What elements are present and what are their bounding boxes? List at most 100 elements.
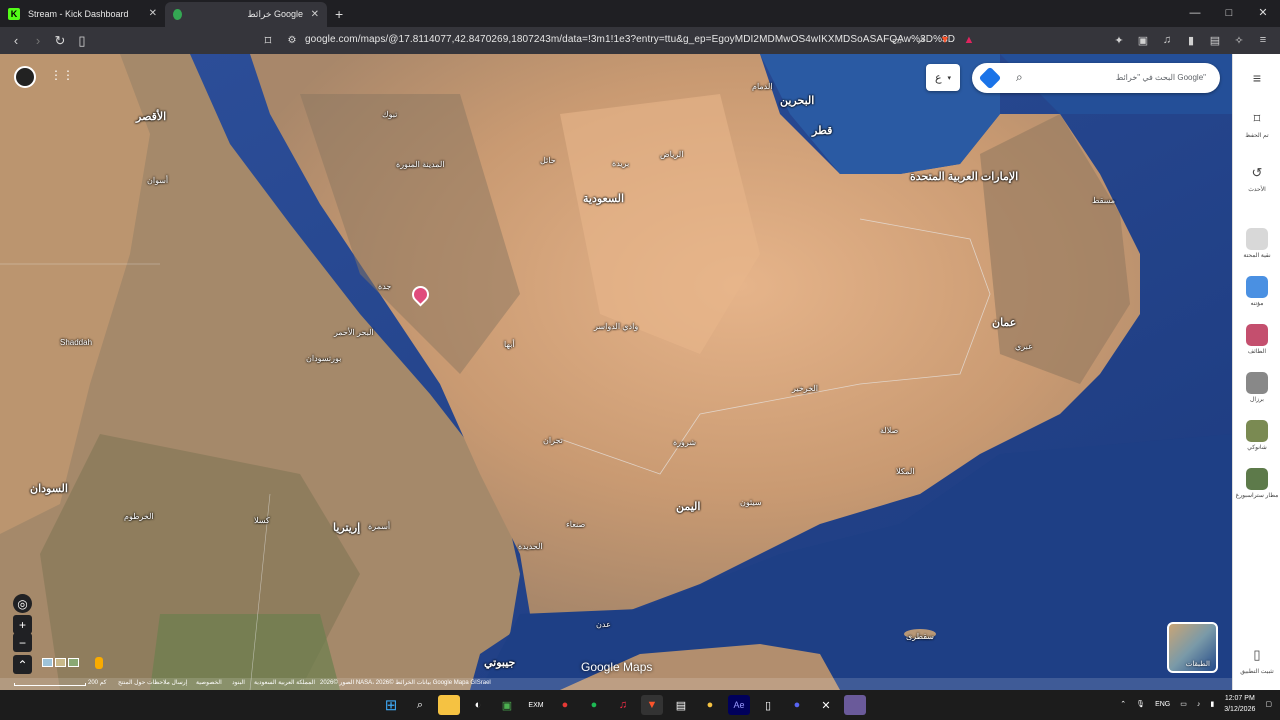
cast-icon[interactable]: ▭: [888, 31, 906, 49]
minimize-button[interactable]: —: [1178, 0, 1212, 27]
sidebar-item-app-3[interactable]: الطائف: [1233, 324, 1280, 355]
app-icon[interactable]: [844, 695, 866, 715]
app-icon[interactable]: ●: [699, 695, 721, 715]
sidebar-toggle-icon[interactable]: ▯: [72, 31, 92, 51]
scale-label[interactable]: 200 كم: [88, 679, 107, 686]
share-icon[interactable]: ↗: [912, 31, 930, 49]
sidebar-item-label: تثبيت التطبيق: [1240, 669, 1274, 675]
sidebar-item-app-2[interactable]: مؤتنه: [1233, 276, 1280, 307]
battery-icon[interactable]: ▮: [1210, 700, 1214, 708]
map-label-kassala: كسلا: [254, 516, 270, 525]
discord-icon[interactable]: ●: [786, 695, 808, 715]
file-explorer-icon[interactable]: [438, 695, 460, 715]
apps-grid-icon[interactable]: ⋮⋮: [50, 68, 74, 82]
feedback-link[interactable]: إرسال ملاحظات حول المنتج: [118, 679, 187, 686]
microphone-icon[interactable]: 🎙: [1136, 700, 1145, 708]
my-location-icon[interactable]: ◎: [13, 594, 32, 613]
sidebar-item-app-1[interactable]: نقية المحتة: [1233, 228, 1280, 259]
display-icon[interactable]: ▭: [1180, 700, 1187, 708]
site-info-icon[interactable]: ⚙: [282, 31, 302, 51]
close-icon[interactable]: ✕: [149, 8, 157, 19]
kick-icon: K: [8, 7, 20, 20]
layer-thumbnails: [42, 658, 79, 667]
map-label-hodeidah: الحديدة: [518, 542, 543, 551]
reload-icon[interactable]: ↻: [50, 31, 70, 51]
document-icon[interactable]: ▯: [757, 695, 779, 715]
clock-time: 12:07 PM: [1224, 695, 1255, 702]
search-input[interactable]: البحث في "خرائط Google": [1116, 73, 1206, 82]
search-icon[interactable]: ⌕: [409, 695, 431, 715]
maximize-button[interactable]: □: [1212, 0, 1246, 27]
layers-button[interactable]: الطبقات: [1167, 622, 1218, 673]
music-icon[interactable]: ♫: [612, 695, 634, 715]
expand-icon[interactable]: ⌃: [13, 655, 32, 674]
brave-shield-icon[interactable]: ▼: [936, 31, 954, 49]
app-icon[interactable]: ●: [554, 695, 576, 715]
back-icon[interactable]: ‹: [6, 31, 26, 51]
language-indicator[interactable]: ENG: [1155, 701, 1170, 708]
app-icon[interactable]: ▤: [670, 695, 692, 715]
app-icon[interactable]: ✕: [815, 695, 837, 715]
new-tab-button[interactable]: +: [335, 6, 343, 22]
sidebar-item-app-4[interactable]: برزال: [1233, 372, 1280, 403]
sidebar-item-app-6[interactable]: مطار ستراسبورغ: [1233, 468, 1280, 499]
layer-thumb-1[interactable]: [42, 658, 53, 667]
sidebar-icon[interactable]: ▮: [1182, 31, 1200, 49]
forward-icon[interactable]: ›: [28, 31, 48, 51]
app-icon[interactable]: ▣: [496, 695, 518, 715]
map-label-saudi: السعودية: [583, 193, 625, 205]
volume-icon[interactable]: ♪: [1197, 701, 1201, 708]
chevron-up-icon[interactable]: ⌃: [1120, 700, 1126, 708]
map-label-yemen: اليمن: [676, 501, 701, 513]
sidebar-item-label: نقية المحتة: [1243, 253, 1271, 259]
sidebar-item-recent[interactable]: ↺ الأحدث: [1233, 162, 1280, 193]
sidebar-menu-icon[interactable]: ≡: [1233, 70, 1280, 86]
after-effects-icon[interactable]: Ae: [728, 695, 750, 715]
region-link[interactable]: المملكة العربية السعودية: [254, 679, 315, 686]
clock[interactable]: 12:07 PM 3/12/2026: [1224, 693, 1255, 715]
zoom-in-button[interactable]: +: [13, 615, 32, 634]
map-label-sanaa: صنعاء: [566, 520, 586, 529]
search-icon[interactable]: ⌕: [1016, 70, 1023, 85]
app-icon[interactable]: EXM: [525, 695, 547, 715]
sidebar-item-label: الأحدث: [1248, 187, 1266, 193]
map-label-wadi: وادي الدواسر: [594, 322, 639, 331]
notifications-icon[interactable]: ▢: [1265, 700, 1272, 708]
music-icon[interactable]: ♫: [1158, 31, 1176, 49]
directions-icon[interactable]: [978, 66, 1002, 90]
url-field[interactable]: google.com/maps/@17.8114077,42.8470269,1…: [305, 34, 955, 45]
close-icon[interactable]: ✕: [311, 9, 319, 20]
privacy-link[interactable]: الخصوصية: [196, 679, 222, 686]
map-label-riyadh: الرياض: [660, 150, 684, 159]
map-canvas[interactable]: السعودية الإمارات العربية المتحدة عمان ا…: [0, 54, 1232, 690]
leo-icon[interactable]: ✧: [1230, 31, 1248, 49]
bookmark-icon[interactable]: ⌑: [258, 31, 278, 51]
app-icon[interactable]: ◐: [467, 695, 489, 715]
search-box[interactable]: ⌕ البحث في "خرائط Google": [972, 63, 1220, 93]
wallet-icon[interactable]: ▣: [1134, 31, 1152, 49]
tab-google-maps[interactable]: خرائط Google ✕: [165, 2, 327, 27]
extensions-icon[interactable]: ✦: [1110, 31, 1128, 49]
tab-kick-dashboard[interactable]: K Stream - Kick Dashboard ✕: [0, 0, 165, 27]
pegman-icon[interactable]: [95, 657, 103, 669]
reader-icon[interactable]: ▤: [1206, 31, 1224, 49]
spotify-icon[interactable]: ●: [583, 695, 605, 715]
start-icon[interactable]: ⊞: [380, 695, 402, 715]
language-chip[interactable]: ع ▾: [926, 64, 960, 91]
zoom-out-button[interactable]: −: [13, 633, 32, 652]
layer-thumb-3[interactable]: [68, 658, 79, 667]
sidebar-item-label: تم الحفظ: [1245, 133, 1269, 139]
close-window-button[interactable]: ✕: [1246, 0, 1280, 27]
terms-link[interactable]: البنود: [232, 679, 245, 686]
sidebar-item-install[interactable]: ▯ تثبيت التطبيق: [1233, 644, 1280, 675]
rewards-icon[interactable]: ▲: [960, 31, 978, 49]
menu-icon[interactable]: ≡: [1254, 31, 1272, 49]
brave-icon[interactable]: ▼: [641, 695, 663, 715]
browser-tab-bar: K Stream - Kick Dashboard ✕ خرائط Google…: [0, 0, 1280, 27]
sidebar-item-app-5[interactable]: شانوكي: [1233, 420, 1280, 451]
lang-label: ع: [934, 72, 942, 84]
sidebar-item-saved[interactable]: ⌑ تم الحفظ: [1233, 108, 1280, 139]
avatar[interactable]: [14, 66, 36, 88]
layer-thumb-2[interactable]: [55, 658, 66, 667]
map-label-asmara: أسمرة: [368, 522, 391, 531]
